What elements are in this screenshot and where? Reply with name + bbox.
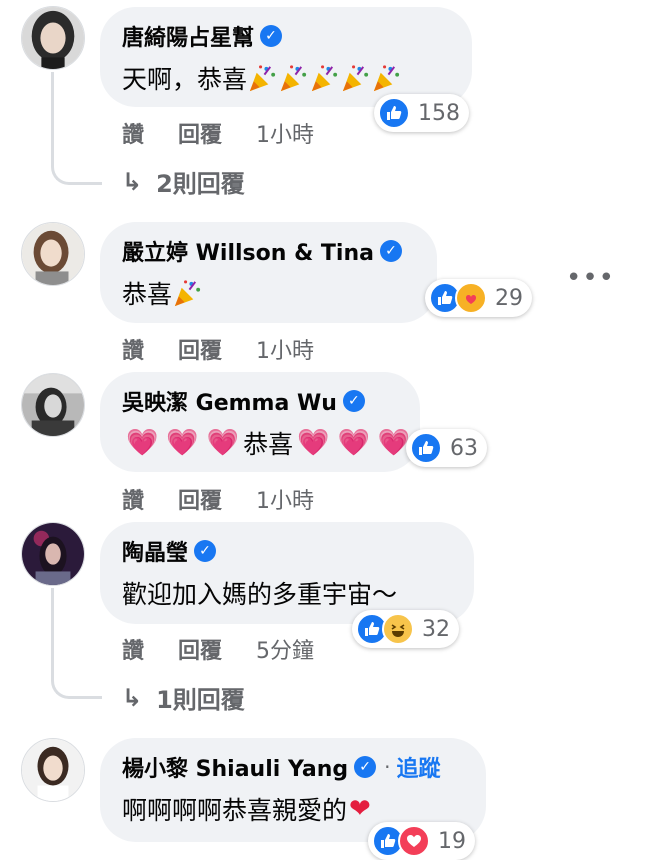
comment-author-row: 唐綺陽占星幫 ✓ bbox=[122, 20, 450, 52]
comment-timestamp[interactable]: 1小時 bbox=[256, 483, 314, 515]
comment-timestamp[interactable]: 5分鐘 bbox=[256, 633, 314, 665]
love-reaction-icon bbox=[398, 825, 430, 857]
pink-heart-icon: 💗 bbox=[166, 428, 199, 458]
comment-timestamp[interactable]: 1小時 bbox=[256, 117, 314, 149]
comment-timestamp[interactable]: 1小時 bbox=[256, 333, 314, 365]
verified-icon: ✓ bbox=[379, 240, 402, 262]
reaction-count: 158 bbox=[418, 100, 460, 126]
separator-dot: · bbox=[384, 755, 391, 779]
like-button[interactable]: 讚 bbox=[122, 333, 144, 365]
comment-author[interactable]: 吳映潔 Gemma Wu bbox=[122, 385, 337, 417]
reply-button[interactable]: 回覆 bbox=[178, 333, 222, 365]
reaction-summary[interactable]: 63 bbox=[406, 429, 487, 467]
reaction-count: 63 bbox=[450, 435, 478, 461]
comment-text-content: 啊啊啊啊恭喜親愛的 bbox=[122, 796, 348, 825]
comment-bubble: 嚴立婷 Willson & Tina ✓ 恭喜 bbox=[100, 222, 437, 323]
red-heart-icon: ❤ bbox=[349, 794, 371, 824]
avatar[interactable] bbox=[21, 522, 85, 586]
pink-heart-icon: 💗 bbox=[337, 428, 370, 458]
avatar[interactable] bbox=[21, 6, 85, 70]
reply-thread-line bbox=[51, 72, 102, 185]
reaction-summary[interactable]: 32 bbox=[352, 610, 459, 648]
comment-actions: 讚 回覆 1小時 bbox=[122, 483, 348, 515]
reply-arrow-icon: ↳ bbox=[122, 167, 143, 196]
comment-text-content: 恭喜 bbox=[243, 430, 294, 459]
comment-text-content: 天啊，恭喜 bbox=[122, 65, 248, 94]
replies-count: 2則回覆 bbox=[156, 170, 245, 198]
party-popper-icon bbox=[340, 62, 371, 94]
view-replies-button[interactable]: ↳ 2則回覆 bbox=[122, 164, 245, 199]
reaction-summary[interactable]: 29 bbox=[425, 279, 532, 317]
reply-button[interactable]: 回覆 bbox=[178, 633, 222, 665]
comment-author[interactable]: 唐綺陽占星幫 bbox=[122, 20, 254, 52]
like-button[interactable]: 讚 bbox=[122, 633, 144, 665]
party-popper-icon bbox=[247, 62, 278, 94]
comment-bubble: 陶晶瑩 ✓ 歡迎加入媽的多重宇宙～ bbox=[100, 522, 474, 624]
comment-actions: 讚 回覆 1小時 bbox=[122, 117, 348, 149]
verified-icon: ✓ bbox=[194, 540, 217, 562]
party-popper-icon bbox=[371, 62, 402, 94]
avatar[interactable] bbox=[21, 373, 85, 437]
reaction-count: 19 bbox=[438, 828, 466, 854]
comment-bubble: 唐綺陽占星幫 ✓ 天啊，恭喜 bbox=[100, 7, 472, 107]
comment-text: 天啊，恭喜 bbox=[122, 60, 450, 96]
pink-heart-icon: 💗 bbox=[377, 428, 411, 458]
comment-text: 💗 💗 💗 恭喜 💗 💗 💗 bbox=[122, 425, 410, 461]
care-reaction-icon bbox=[455, 282, 487, 314]
verified-icon: ✓ bbox=[342, 390, 365, 412]
comment-text: 歡迎加入媽的多重宇宙～ bbox=[122, 575, 452, 611]
comment-author-row: 嚴立婷 Willson & Tina ✓ bbox=[122, 235, 415, 267]
like-reaction-icon bbox=[410, 432, 442, 464]
view-replies-button[interactable]: ↳ 1則回覆 bbox=[122, 680, 245, 715]
reaction-count: 29 bbox=[495, 285, 523, 311]
avatar-image bbox=[22, 739, 84, 801]
comment-author[interactable]: 嚴立婷 Willson & Tina bbox=[122, 235, 374, 267]
reply-button[interactable]: 回覆 bbox=[178, 117, 222, 149]
pink-heart-icon: 💗 bbox=[297, 428, 330, 458]
comment-author-row: 陶晶瑩 ✓ bbox=[122, 535, 452, 567]
avatar-image bbox=[22, 523, 84, 585]
reply-thread-line bbox=[51, 588, 102, 699]
comment-author[interactable]: 楊小黎 Shiauli Yang bbox=[122, 751, 348, 783]
avatar-image bbox=[22, 7, 84, 69]
avatar[interactable] bbox=[21, 738, 85, 802]
comment-actions: 讚 回覆 5分鐘 bbox=[122, 633, 348, 665]
haha-reaction-icon bbox=[382, 613, 414, 645]
comment-actions: 讚 回覆 1小時 bbox=[122, 333, 348, 365]
party-popper-icon bbox=[172, 277, 203, 309]
party-popper-icon bbox=[309, 62, 340, 94]
reply-button[interactable]: 回覆 bbox=[178, 483, 222, 515]
comment-bubble: 吳映潔 Gemma Wu ✓ 💗 💗 💗 恭喜 💗 💗 💗 bbox=[100, 372, 420, 472]
reaction-summary[interactable]: 19 bbox=[368, 822, 475, 860]
verified-icon: ✓ bbox=[260, 25, 283, 47]
avatar-image bbox=[22, 223, 84, 285]
pink-heart-icon: 💗 bbox=[206, 428, 240, 458]
reply-arrow-icon: ↳ bbox=[122, 683, 143, 712]
reaction-summary[interactable]: 158 bbox=[374, 94, 469, 132]
verified-icon: ✓ bbox=[354, 756, 377, 778]
follow-button[interactable]: 追蹤 bbox=[396, 751, 440, 783]
avatar-image bbox=[22, 374, 84, 436]
pink-heart-icon: 💗 bbox=[126, 428, 159, 458]
comment-author-row: 楊小黎 Shiauli Yang ✓ · 追蹤 bbox=[122, 751, 464, 783]
like-button[interactable]: 讚 bbox=[122, 483, 144, 515]
replies-count: 1則回覆 bbox=[156, 686, 245, 714]
like-reaction-icon bbox=[378, 97, 410, 129]
like-button[interactable]: 讚 bbox=[122, 117, 144, 149]
more-horizontal-icon[interactable]: ••• bbox=[566, 263, 615, 293]
comment-text-content: 歡迎加入媽的多重宇宙～ bbox=[122, 580, 398, 609]
party-popper-icon bbox=[278, 62, 309, 94]
comment-text-content: 恭喜 bbox=[122, 280, 173, 309]
reaction-count: 32 bbox=[422, 616, 450, 642]
comment-author[interactable]: 陶晶瑩 bbox=[122, 535, 188, 567]
comment-text: 恭喜 bbox=[122, 275, 415, 311]
avatar[interactable] bbox=[21, 222, 85, 286]
comment-author-row: 吳映潔 Gemma Wu ✓ bbox=[122, 385, 398, 417]
